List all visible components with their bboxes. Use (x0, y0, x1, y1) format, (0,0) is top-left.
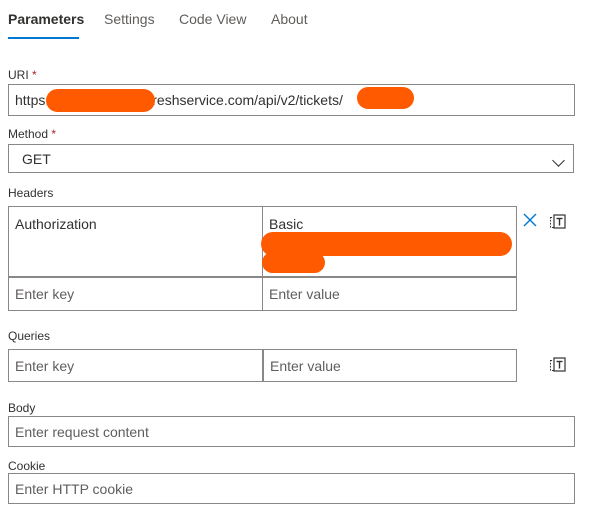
uri-label-text: URI (8, 68, 29, 82)
tab-settings[interactable]: Settings (104, 11, 155, 27)
query-value-placeholder: Enter value (270, 357, 341, 374)
header-new-key-input[interactable]: Enter key (8, 277, 263, 311)
header-value-placeholder: Enter value (269, 286, 340, 302)
body-placeholder: Enter request content (15, 423, 149, 440)
tab-about[interactable]: About (271, 11, 308, 27)
uri-value-middle: reshservice.com/api/v2/tickets/ (152, 92, 343, 108)
tab-code-view[interactable]: Code View (179, 11, 246, 27)
text-mode-icon (550, 214, 566, 229)
method-dropdown[interactable]: GET (8, 144, 574, 173)
redaction-mark (46, 89, 155, 112)
header-new-value-input[interactable]: Enter value (262, 277, 517, 311)
active-tab-indicator (8, 37, 79, 39)
tab-parameters[interactable]: Parameters (8, 11, 84, 27)
uri-label: URI * (8, 68, 37, 82)
header-key-input[interactable]: Authorization (8, 206, 263, 277)
tab-bar: Parameters Settings Code View About (8, 0, 588, 40)
text-mode-icon (550, 357, 566, 372)
cookie-placeholder: Enter HTTP cookie (15, 480, 134, 497)
queries-label: Queries (8, 329, 51, 343)
close-icon (523, 213, 537, 227)
method-label: Method * (8, 127, 56, 141)
method-selected-value: GET (22, 150, 51, 167)
body-label: Body (8, 401, 36, 415)
header-key-value: Authorization (15, 216, 97, 232)
header-key-placeholder: Enter key (15, 286, 75, 302)
uri-required-mark: * (32, 68, 37, 82)
method-label-text: Method (8, 127, 49, 141)
header-text-mode-button[interactable] (548, 212, 568, 232)
cookie-label: Cookie (8, 459, 46, 473)
query-value-input[interactable]: Enter value (263, 349, 517, 382)
chevron-down-icon (552, 154, 565, 167)
redaction-mark (357, 87, 414, 109)
body-input[interactable]: Enter request content (8, 416, 575, 447)
cookie-input[interactable]: Enter HTTP cookie (8, 473, 575, 504)
uri-value-prefix: https: (15, 92, 50, 108)
header-value-value: Basic (269, 216, 304, 232)
query-key-placeholder: Enter key (15, 357, 75, 374)
redaction-mark (262, 252, 325, 273)
headers-label: Headers (8, 186, 54, 200)
query-text-mode-button[interactable] (548, 355, 568, 375)
query-key-input[interactable]: Enter key (8, 349, 263, 382)
remove-header-button[interactable] (520, 210, 540, 230)
method-required-mark: * (51, 127, 57, 141)
